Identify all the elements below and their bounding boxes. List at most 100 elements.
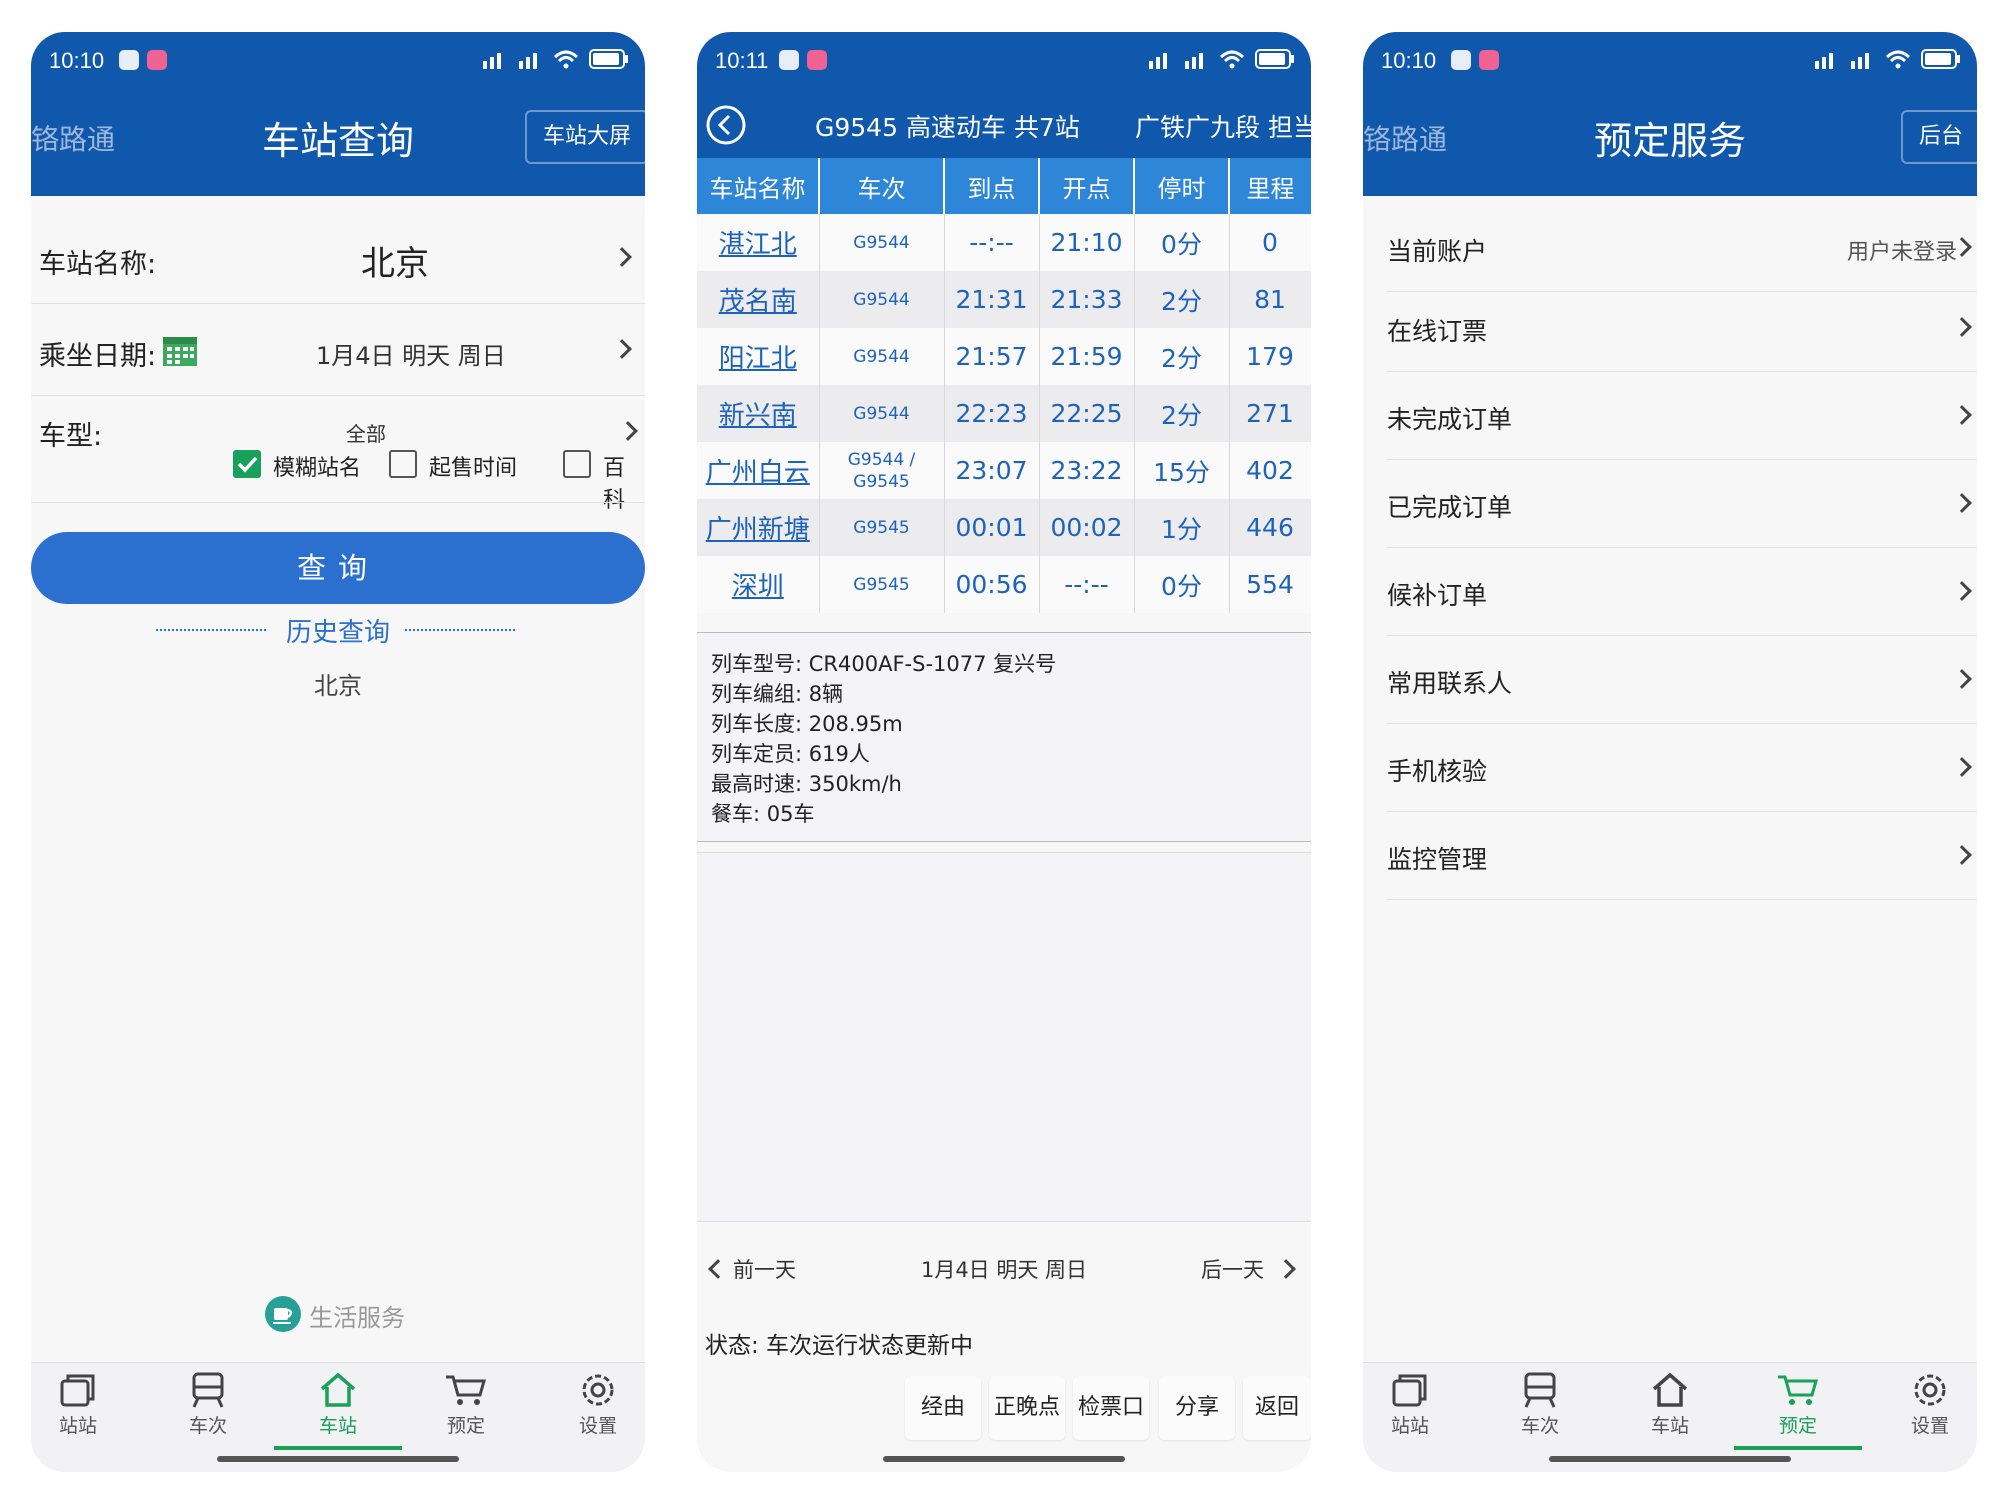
menu-label: 在线订票 bbox=[1387, 317, 1488, 346]
menu-monitoring[interactable]: 监控管理 bbox=[1387, 812, 1977, 900]
ride-date-label: 乘坐日期: bbox=[39, 341, 157, 372]
menu-phone-verify[interactable]: 手机核验 bbox=[1387, 724, 1977, 812]
sale-time-label: 起售时间 bbox=[429, 456, 518, 481]
backend-button[interactable]: 后台 bbox=[1900, 110, 1977, 164]
page-title: G9545 高速动车 共7站 bbox=[815, 113, 1080, 142]
distance: 81 bbox=[1229, 271, 1311, 328]
station-name-row[interactable]: 车站名称: 北京 bbox=[31, 212, 645, 304]
fuzzy-name-label: 模糊站名 bbox=[273, 456, 362, 481]
nav-trains[interactable]: 车次 bbox=[153, 1371, 263, 1438]
share-button[interactable]: 分享 bbox=[1159, 1376, 1235, 1440]
chevron-right-icon bbox=[1952, 317, 1972, 337]
stations-icon bbox=[60, 1374, 95, 1407]
column-header: 停时 bbox=[1134, 158, 1230, 214]
notification-icon bbox=[1451, 50, 1471, 70]
calendar-icon bbox=[163, 337, 197, 366]
train-type-label: 车型: bbox=[39, 421, 103, 452]
station-link[interactable]: 深圳 bbox=[697, 556, 820, 613]
nav-settings[interactable]: 设置 bbox=[543, 1371, 645, 1438]
signal-icon bbox=[1851, 53, 1869, 69]
departure-time: 21:33 bbox=[1039, 271, 1135, 328]
chevron-right-icon bbox=[1952, 757, 1972, 777]
nav-label: 车次 bbox=[1520, 1415, 1559, 1437]
table-row: 广州新塘 G9545 00:01 00:02 1分 446 bbox=[697, 499, 1311, 556]
station-link[interactable]: 阳江北 bbox=[697, 328, 820, 385]
menu-pending-orders[interactable]: 未完成订单 bbox=[1387, 372, 1977, 460]
train-number: G9544 bbox=[819, 385, 945, 442]
query-button[interactable]: 查询 bbox=[31, 532, 645, 604]
fuzzy-name-checkbox[interactable] bbox=[233, 450, 261, 478]
nav-station[interactable]: 车站 bbox=[1615, 1371, 1725, 1438]
train-number: G9545 bbox=[819, 556, 945, 613]
nav-booking[interactable]: 预定 bbox=[411, 1371, 521, 1438]
delay-button[interactable]: 正晚点 bbox=[989, 1376, 1065, 1440]
nav-stations[interactable]: 站站 bbox=[31, 1371, 133, 1438]
chevron-right-icon bbox=[612, 339, 632, 359]
route-button[interactable]: 经由 bbox=[905, 1376, 981, 1440]
station-link[interactable]: 茂名南 bbox=[697, 271, 820, 328]
system-icons bbox=[1147, 46, 1295, 72]
nav-label: 车站 bbox=[1650, 1415, 1689, 1437]
station-link[interactable]: 广州白云 bbox=[697, 442, 820, 499]
status-time: 10:10 bbox=[49, 48, 105, 73]
dining-car: 餐车: 05车 bbox=[711, 802, 815, 826]
status-time: 10:10 bbox=[1381, 48, 1437, 73]
train-number: G9544 bbox=[819, 214, 945, 271]
cart-icon bbox=[1778, 1375, 1818, 1405]
nav-label: 设置 bbox=[578, 1415, 617, 1437]
stop-duration: 15分 bbox=[1134, 442, 1230, 499]
history-item[interactable]: 北京 bbox=[31, 666, 645, 701]
nav-booking[interactable]: 预定 bbox=[1743, 1371, 1853, 1438]
back-icon[interactable] bbox=[705, 104, 747, 146]
history-title: 历史查询 bbox=[285, 618, 390, 648]
station-link[interactable]: 湛江北 bbox=[697, 214, 820, 271]
battery-icon bbox=[1255, 49, 1294, 69]
menu-waitlist-orders[interactable]: 候补订单 bbox=[1387, 548, 1977, 636]
table-header: 车站名称 车次 到点 开点 停时 里程 bbox=[697, 158, 1311, 214]
stop-duration: 2分 bbox=[1134, 271, 1230, 328]
stop-duration: 0分 bbox=[1134, 556, 1230, 613]
distance: 0 bbox=[1229, 214, 1311, 271]
gear-icon bbox=[1914, 1374, 1946, 1406]
nav-station[interactable]: 车站 bbox=[283, 1371, 393, 1438]
signal-icon bbox=[1149, 53, 1167, 69]
menu-contacts[interactable]: 常用联系人 bbox=[1387, 636, 1977, 724]
menu-online-booking[interactable]: 在线订票 bbox=[1387, 284, 1977, 372]
sale-time-checkbox[interactable] bbox=[389, 450, 417, 478]
nav-label: 车站 bbox=[318, 1415, 357, 1437]
train-composition: 列车编组: 8辆 bbox=[711, 682, 844, 706]
wifi-icon bbox=[553, 50, 579, 69]
menu-completed-orders[interactable]: 已完成订单 bbox=[1387, 460, 1977, 548]
stations-icon bbox=[1392, 1374, 1427, 1407]
arrival-time: 21:57 bbox=[944, 328, 1040, 385]
table-row: 茂名南 G9544 21:31 21:33 2分 81 bbox=[697, 271, 1311, 328]
wiki-checkbox[interactable] bbox=[563, 450, 591, 478]
ride-date-row[interactable]: 乘坐日期: 1月4日 明天 周日 bbox=[31, 304, 645, 396]
table-row: 新兴南 G9544 22:23 22:25 2分 271 bbox=[697, 385, 1311, 442]
battery-icon bbox=[589, 49, 628, 69]
train-number: G9544 bbox=[819, 271, 945, 328]
train-number: G9544 / G9545 bbox=[819, 442, 945, 499]
menu-label: 常用联系人 bbox=[1387, 669, 1513, 698]
nav-settings[interactable]: 设置 bbox=[1875, 1371, 1977, 1438]
nav-trains[interactable]: 车次 bbox=[1485, 1371, 1595, 1438]
column-header: 车次 bbox=[819, 158, 945, 214]
status-time: 10:11 bbox=[715, 48, 769, 73]
gate-button[interactable]: 检票口 bbox=[1073, 1376, 1149, 1440]
return-button[interactable]: 返回 bbox=[1243, 1376, 1311, 1440]
divider bbox=[31, 502, 645, 503]
gesture-bar bbox=[1549, 1456, 1791, 1462]
menu-current-account[interactable]: 当前账户 用户未登录 bbox=[1387, 204, 1977, 292]
arrival-time: 22:23 bbox=[944, 385, 1040, 442]
app-header: 铬路通 车站查询 车站大屏 bbox=[31, 88, 645, 196]
stop-duration: 2分 bbox=[1134, 385, 1230, 442]
nav-label: 站站 bbox=[1390, 1415, 1429, 1437]
station-link[interactable]: 新兴南 bbox=[697, 385, 820, 442]
station-screen-button[interactable]: 车站大屏 bbox=[524, 110, 645, 164]
station-name-value: 北京 bbox=[361, 244, 429, 284]
table-row: 广州白云 G9544 / G9545 23:07 23:22 15分 402 bbox=[697, 442, 1311, 499]
distance: 554 bbox=[1229, 556, 1311, 613]
station-link[interactable]: 广州新塘 bbox=[697, 499, 820, 556]
nav-stations[interactable]: 站站 bbox=[1363, 1371, 1465, 1438]
distance: 179 bbox=[1229, 328, 1311, 385]
